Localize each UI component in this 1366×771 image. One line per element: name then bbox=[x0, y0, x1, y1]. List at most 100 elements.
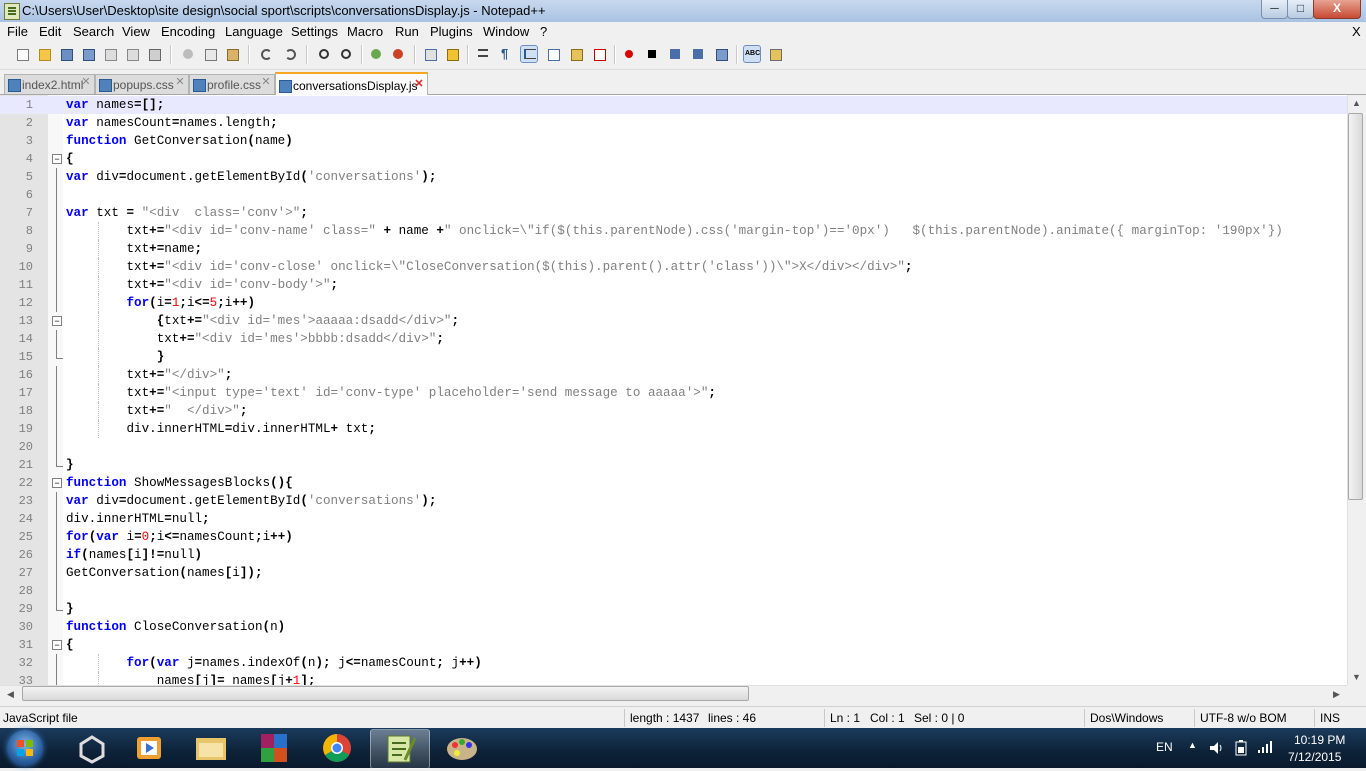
code-text[interactable]: txt+="<div id='conv-name' class=" + name… bbox=[66, 222, 1282, 240]
redo-icon[interactable] bbox=[282, 46, 298, 62]
code-text[interactable]: GetConversation(names[i]); bbox=[66, 564, 263, 582]
language-indicator[interactable]: EN bbox=[1156, 740, 1173, 754]
code-line[interactable]: 11 txt+="<div id='conv-body'>"; bbox=[0, 276, 1347, 294]
code-text[interactable]: div.innerHTML=div.innerHTML+ txt; bbox=[66, 420, 375, 438]
code-text[interactable]: txt+=name; bbox=[66, 240, 202, 258]
code-line[interactable]: 5 var div=document.getElementById('conver… bbox=[0, 168, 1347, 186]
media-player-icon[interactable] bbox=[120, 729, 178, 767]
code-line[interactable]: 7 var txt = "<div class='conv'>"; bbox=[0, 204, 1347, 222]
code-line[interactable]: 27 GetConversation(names[i]); bbox=[0, 564, 1347, 582]
sync-vertical-icon[interactable] bbox=[422, 46, 438, 62]
show-hidden-icons-icon[interactable]: ▲ bbox=[1188, 740, 1197, 750]
menu-edit[interactable]: Edit bbox=[39, 24, 61, 39]
close-window-button[interactable]: X bbox=[1313, 0, 1361, 19]
code-line[interactable]: 19 div.innerHTML=div.innerHTML+ txt; bbox=[0, 420, 1347, 438]
code-text[interactable]: names[j]= names[j+1]; bbox=[66, 672, 316, 685]
scroll-left-icon[interactable]: ◀ bbox=[7, 689, 14, 700]
code-line[interactable]: 4 −{ bbox=[0, 150, 1347, 168]
code-editor[interactable]: 1 var names=[]; 2 var namesCount=names.leng… bbox=[0, 95, 1347, 685]
code-line[interactable]: 30 function CloseConversation(n) bbox=[0, 618, 1347, 636]
vertical-scroll-thumb[interactable] bbox=[1348, 113, 1363, 500]
menu-macro[interactable]: Macro bbox=[347, 24, 383, 39]
status-eol[interactable]: Dos\Windows bbox=[1090, 711, 1163, 725]
play-macro-icon[interactable] bbox=[667, 46, 683, 62]
code-text[interactable]: var txt = "<div class='conv'>"; bbox=[66, 204, 308, 222]
code-line[interactable]: 3 function GetConversation(name) bbox=[0, 132, 1347, 150]
code-line[interactable]: 31 −{ bbox=[0, 636, 1347, 654]
code-text[interactable]: var names=[]; bbox=[66, 96, 164, 114]
code-text[interactable]: txt+="<div id='mes'>bbbb:dsadd</div>"; bbox=[66, 330, 444, 348]
minimize-button[interactable]: ─ bbox=[1261, 0, 1288, 19]
file-explorer-icon[interactable] bbox=[182, 729, 240, 767]
paste-icon[interactable] bbox=[224, 46, 240, 62]
status-encoding[interactable]: UTF-8 w/o BOM bbox=[1200, 711, 1287, 725]
code-line[interactable]: 23 var div=document.getElementById('conve… bbox=[0, 492, 1347, 510]
save-macro-icon[interactable] bbox=[713, 46, 729, 62]
code-line[interactable]: 13 − {txt+="<div id='mes'>aaaaa:dsadd</di… bbox=[0, 312, 1347, 330]
run-macro-multiple-icon[interactable] bbox=[690, 46, 706, 62]
network-icon[interactable] bbox=[1257, 740, 1273, 754]
code-line[interactable]: 8 txt+="<div id='conv-name' class=" + na… bbox=[0, 222, 1347, 240]
code-text[interactable]: { bbox=[66, 150, 74, 168]
fold-toggle-icon[interactable]: − bbox=[52, 478, 62, 488]
plugin-icon[interactable] bbox=[767, 46, 783, 62]
show-all-chars-icon[interactable]: ¶ bbox=[498, 46, 514, 62]
menu-view[interactable]: View bbox=[122, 24, 150, 39]
close-all-icon[interactable] bbox=[124, 46, 140, 62]
code-line[interactable]: 17 txt+="<input type='text' id='conv-typ… bbox=[0, 384, 1347, 402]
code-text[interactable]: } bbox=[66, 348, 165, 366]
horizontal-scroll-thumb[interactable] bbox=[22, 686, 749, 701]
code-line[interactable]: 10 txt+="<div id='conv-close' onclick=\"… bbox=[0, 258, 1347, 276]
clock-time[interactable]: 10:19 PM bbox=[1294, 733, 1345, 747]
code-line[interactable]: 24 div.innerHTML=null; bbox=[0, 510, 1347, 528]
scroll-up-icon[interactable]: ▲ bbox=[1352, 98, 1361, 108]
indent-guide-icon[interactable] bbox=[520, 45, 538, 63]
sync-horizontal-icon[interactable] bbox=[444, 46, 460, 62]
code-line[interactable]: 6 bbox=[0, 186, 1347, 204]
code-line[interactable]: 15 } bbox=[0, 348, 1347, 366]
code-text[interactable]: {txt+="<div id='mes'>aaaaa:dsadd</div>"; bbox=[66, 312, 459, 330]
battery-icon[interactable] bbox=[1234, 740, 1248, 756]
start-button[interactable] bbox=[7, 730, 43, 766]
record-macro-icon[interactable] bbox=[621, 46, 637, 62]
menu-search[interactable]: Search bbox=[73, 24, 114, 39]
new-file-icon[interactable] bbox=[14, 46, 30, 62]
tab-close-icon[interactable]: ✕ bbox=[414, 79, 424, 90]
code-text[interactable]: var namesCount=names.length; bbox=[66, 114, 278, 132]
tab-close-icon[interactable]: ✕ bbox=[175, 77, 185, 88]
code-line[interactable]: 25 for(var i=0;i<=namesCount;i++) bbox=[0, 528, 1347, 546]
code-text[interactable]: txt+="</div>"; bbox=[66, 366, 232, 384]
code-line[interactable]: 12 for(i=1;i<=5;i++) bbox=[0, 294, 1347, 312]
code-text[interactable]: { bbox=[66, 636, 74, 654]
close-document-button[interactable]: X bbox=[1352, 24, 1361, 39]
code-line[interactable]: 26 if(names[i]!=null) bbox=[0, 546, 1347, 564]
menu-language[interactable]: Language bbox=[225, 24, 283, 39]
code-line[interactable]: 16 txt+="</div>"; bbox=[0, 366, 1347, 384]
code-text[interactable]: var div=document.getElementById('convers… bbox=[66, 168, 436, 186]
code-line[interactable]: 20 bbox=[0, 438, 1347, 456]
code-line[interactable]: 18 txt+=" </div>"; bbox=[0, 402, 1347, 420]
print-icon[interactable] bbox=[146, 46, 162, 62]
clock-date[interactable]: 7/12/2015 bbox=[1288, 750, 1341, 764]
save-icon[interactable] bbox=[58, 46, 74, 62]
menu-settings[interactable]: Settings bbox=[291, 24, 338, 39]
code-text[interactable]: txt+="<div id='conv-body'>"; bbox=[66, 276, 338, 294]
chrome-icon[interactable] bbox=[308, 729, 366, 767]
close-icon[interactable] bbox=[102, 46, 118, 62]
code-line[interactable]: 21} bbox=[0, 456, 1347, 474]
volume-icon[interactable] bbox=[1209, 741, 1225, 755]
code-text[interactable]: txt+=" </div>"; bbox=[66, 402, 247, 420]
scroll-down-icon[interactable]: ▼ bbox=[1352, 672, 1361, 682]
tab-profile-css[interactable]: profile.css ✕ bbox=[189, 74, 275, 94]
code-text[interactable]: } bbox=[66, 600, 74, 618]
code-text[interactable]: function CloseConversation(n) bbox=[66, 618, 285, 636]
code-text[interactable]: txt+="<input type='text' id='conv-type' … bbox=[66, 384, 716, 402]
replace-icon[interactable] bbox=[338, 46, 354, 62]
code-text[interactable]: var div=document.getElementById('convers… bbox=[66, 492, 436, 510]
code-text[interactable]: function ShowMessagesBlocks(){ bbox=[66, 474, 293, 492]
word-wrap-icon[interactable] bbox=[475, 46, 491, 62]
code-line[interactable]: 28 bbox=[0, 582, 1347, 600]
code-line[interactable]: 32 for(var j=names.indexOf(n); j<=namesC… bbox=[0, 654, 1347, 672]
doc-map-icon[interactable] bbox=[568, 46, 584, 62]
zoom-in-icon[interactable] bbox=[368, 46, 384, 62]
